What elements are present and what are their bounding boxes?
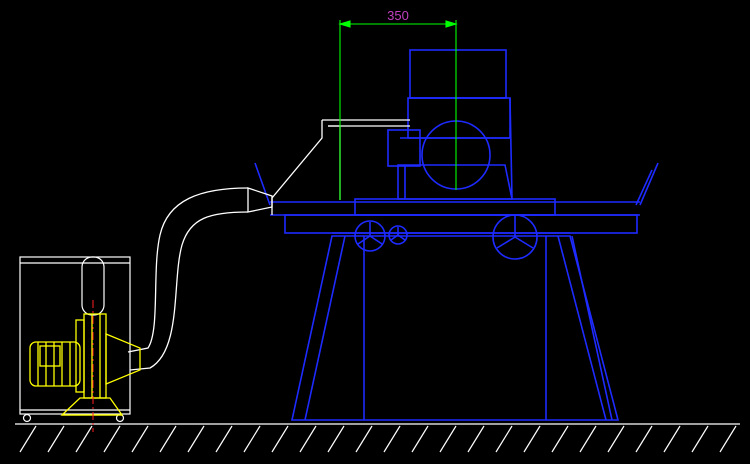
head-side-block [387, 129, 421, 167]
hatch-line [551, 425, 569, 453]
hatch-line [75, 425, 93, 453]
splash-guard-right [639, 162, 659, 206]
blower-stand [60, 397, 124, 416]
hatch-line [131, 425, 149, 453]
handwheel-right [492, 214, 538, 260]
hatch-line [635, 425, 653, 453]
cad-drawing: 350 [0, 0, 750, 464]
fan-housing [83, 313, 107, 399]
hatch-line [355, 425, 373, 453]
base-leg-left-1 [304, 235, 346, 421]
hood-inner [328, 125, 341, 200]
hatch-line [719, 425, 737, 453]
hatch-line [579, 425, 597, 453]
hatch-line [299, 425, 317, 453]
hatch-line [383, 425, 401, 453]
fan-outlet [105, 333, 141, 385]
head-lower-right [509, 97, 513, 200]
hatch-line [159, 425, 177, 453]
hatch-line [187, 425, 205, 453]
motor-housing [409, 49, 507, 99]
hood-outer [271, 120, 323, 215]
hatch-line [47, 425, 65, 453]
hatch-line [411, 425, 429, 453]
motor-terminal-box [39, 345, 61, 367]
hatch-line [663, 425, 681, 453]
base-leg-right-1 [557, 235, 607, 421]
splash-guard-left [254, 162, 271, 206]
caster-left [22, 413, 32, 423]
hatch-line [243, 425, 261, 453]
blower-unit [29, 313, 141, 416]
saddle [284, 214, 638, 234]
hatch-line [523, 425, 541, 453]
hatch-line [327, 425, 345, 453]
hatch-line [607, 425, 625, 453]
ground [15, 423, 740, 453]
hatch-line [215, 425, 233, 453]
hatch-line [495, 425, 513, 453]
dimension-label: 350 [387, 8, 409, 23]
suction-hood [247, 119, 410, 215]
column [397, 164, 513, 200]
hatch-line [103, 425, 121, 453]
blower-cabinet [19, 256, 131, 423]
hatch-line [467, 425, 485, 453]
cabinet-frame [19, 256, 131, 415]
spindle-head [407, 97, 511, 139]
splash-guard-right-2 [635, 169, 653, 206]
machine-base [291, 235, 620, 421]
dimension-arrow-left [338, 20, 351, 28]
ground-hatching [19, 425, 737, 453]
dimension-arrow-right [445, 20, 458, 28]
flexible-duct [127, 187, 249, 371]
handwheel-small [388, 225, 408, 245]
hatch-line [271, 425, 289, 453]
duct-inner [129, 211, 249, 371]
hatch-line [439, 425, 457, 453]
hatch-line [691, 425, 709, 453]
base-leg-right-2 [571, 235, 613, 421]
hatch-line [19, 425, 37, 453]
